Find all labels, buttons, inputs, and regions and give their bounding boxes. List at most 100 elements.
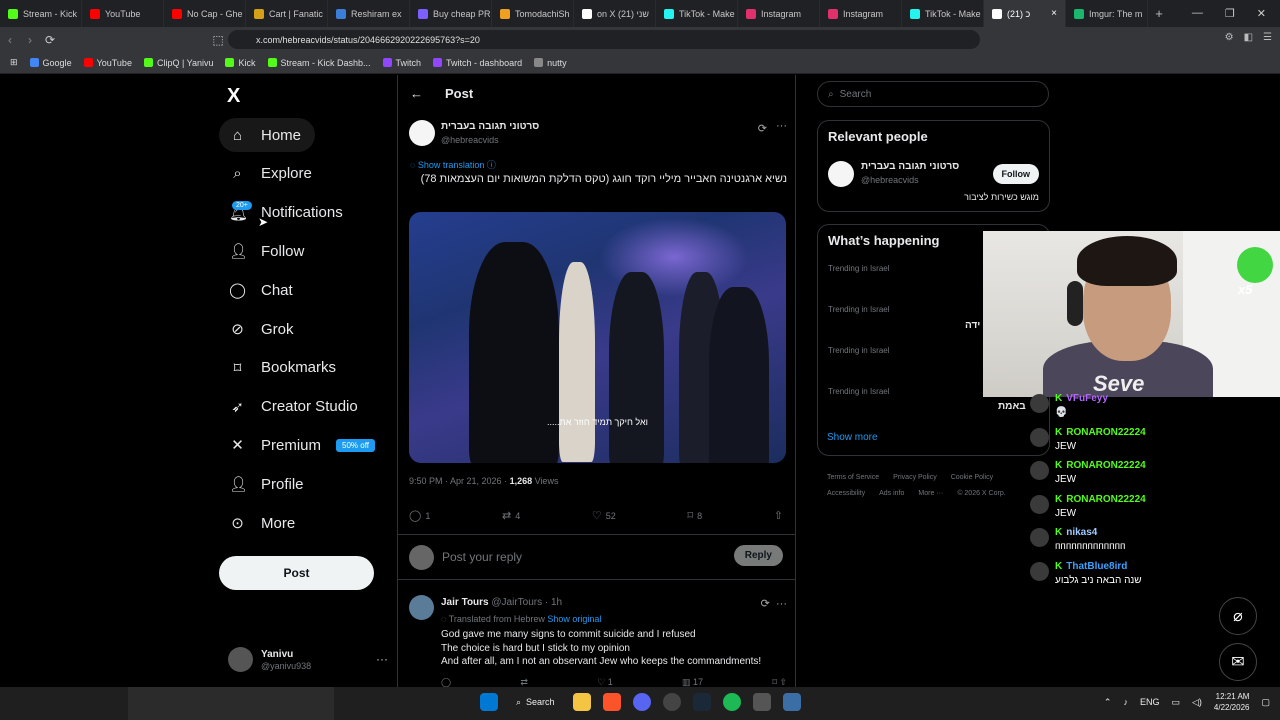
nav-item-premium[interactable]: ✕ Premium 50% off: [219, 428, 385, 462]
volume-icon[interactable]: ◁): [1192, 697, 1202, 708]
browser-tab[interactable]: Cart | Fanatic: [246, 0, 328, 27]
browser-tab[interactable]: TomodachiSh: [492, 0, 574, 27]
nav-item-more[interactable]: ⊙ More: [219, 506, 305, 540]
bookmark-page-icon[interactable]: ⬚: [208, 33, 228, 47]
extension-icon[interactable]: ◧: [1244, 32, 1253, 43]
bookmark-item[interactable]: YouTube: [83, 57, 132, 68]
bookmark-item[interactable]: nutty: [534, 57, 567, 68]
bookmark-item[interactable]: Stream - Kick Dashb...: [267, 57, 371, 68]
nav-item-notifications[interactable]: 🔔︎ 20+ Notifications: [219, 196, 353, 230]
grok-fab[interactable]: ⌀: [1219, 597, 1257, 635]
more-icon[interactable]: ···: [776, 120, 787, 132]
footer-link[interactable]: Terms of Service: [827, 474, 879, 481]
show-more-link[interactable]: Show more: [827, 432, 878, 443]
url-bar[interactable]: x.com/hebreacvids/status/204666292022269…: [228, 30, 980, 49]
apps-grid-icon[interactable]: ⊞: [10, 57, 18, 68]
back-icon[interactable]: ‹: [0, 33, 20, 47]
avatar[interactable]: [409, 120, 435, 146]
app-icon[interactable]: [782, 693, 801, 711]
show-translation-link[interactable]: ◌ Show translation ⓘ: [410, 158, 496, 171]
nav-item-bookmarks[interactable]: ⌑ Bookmarks: [219, 351, 346, 385]
avatar[interactable]: [828, 161, 854, 187]
mic-icon[interactable]: ♪: [1123, 697, 1128, 707]
footer-link[interactable]: Accessibility: [827, 490, 865, 497]
show-original-link[interactable]: Show original: [547, 614, 601, 624]
search-input[interactable]: ⌕ Search: [817, 81, 1049, 107]
browser-tab[interactable]: on X שני (21): [574, 0, 656, 27]
trend-title[interactable]: ידה: [965, 320, 980, 331]
browser-tab[interactable]: No Cap - Ghe: [164, 0, 246, 27]
bookmark-button[interactable]: ⌑ 8: [687, 509, 702, 522]
chevron-up-icon[interactable]: ⌃: [1104, 697, 1112, 708]
nav-item-follow[interactable]: 👤︎ Follow: [219, 234, 314, 268]
taskbar-search[interactable]: ⌕ Search: [510, 697, 561, 708]
avatar[interactable]: [409, 595, 434, 620]
new-tab-icon[interactable]: +: [1148, 6, 1170, 21]
messages-fab[interactable]: ✉: [1219, 643, 1257, 681]
person-name[interactable]: סרטוני תגובה בעברית: [861, 161, 959, 172]
heart-icon[interactable]: ♡ 1: [597, 677, 613, 687]
footer-link[interactable]: Cookie Policy: [951, 474, 993, 481]
browser-tab[interactable]: Instagram: [738, 0, 820, 27]
extension-icon[interactable]: ⚙: [1225, 32, 1234, 43]
grok-icon[interactable]: ⟳: [758, 122, 767, 135]
footer-link[interactable]: Privacy Policy: [893, 474, 937, 481]
share-button[interactable]: ⇧: [774, 509, 787, 522]
follow-button[interactable]: Follow: [992, 164, 1039, 184]
reply-author[interactable]: Jair Tours @JairTours · 1h: [441, 597, 562, 608]
tweet-author-name[interactable]: סרטוני תגובה בעברית: [441, 121, 539, 132]
share-icon[interactable]: ⌑ ⇧: [772, 677, 787, 687]
app-icon[interactable]: [752, 693, 771, 711]
forward-icon[interactable]: ›: [20, 33, 40, 47]
footer-link[interactable]: Ads info: [879, 490, 904, 497]
browser-tab[interactable]: Reshiram ex: [328, 0, 410, 27]
like-button[interactable]: ♡ 52: [592, 509, 616, 522]
back-arrow-icon[interactable]: ←: [410, 86, 423, 101]
clock[interactable]: 12:21 AM 4/22/2026: [1214, 691, 1250, 713]
reply-button[interactable]: ◯ 1: [409, 509, 430, 522]
reply-input[interactable]: Post your reply: [442, 550, 522, 564]
x-logo[interactable]: X: [227, 85, 240, 108]
browser-tab[interactable]: Stream - Kick: [0, 0, 82, 27]
language-indicator[interactable]: ENG: [1140, 697, 1160, 707]
post-button[interactable]: Post: [219, 556, 374, 590]
discord-icon[interactable]: [632, 693, 651, 711]
tweet-video[interactable]: ואל חיקך תמיד חוזר את.....: [409, 212, 786, 463]
more-icon[interactable]: ⟳ ···: [761, 597, 787, 610]
trend-context[interactable]: Trending in Israel: [828, 305, 890, 314]
nav-item-profile[interactable]: 👤︎ Profile: [219, 467, 314, 501]
minimize-icon[interactable]: —: [1192, 7, 1203, 20]
person-handle[interactable]: @hebreacvids: [861, 175, 919, 185]
nav-item-explore[interactable]: ⌕ Explore: [219, 157, 322, 191]
repost-icon[interactable]: ⇄: [520, 677, 528, 687]
nav-item-grok[interactable]: ⊘ Grok: [219, 312, 304, 346]
nav-item-chat[interactable]: ◯ Chat: [219, 273, 303, 307]
browser-tab[interactable]: TikTok - Make: [656, 0, 738, 27]
reply-submit-button[interactable]: Reply: [733, 545, 783, 566]
browser-tab[interactable]: YouTube: [82, 0, 164, 27]
notifications-icon[interactable]: ▢: [1261, 697, 1270, 708]
nav-item-home[interactable]: ⌂ Home: [219, 118, 316, 152]
bookmark-item[interactable]: Kick: [225, 57, 256, 68]
maximize-icon[interactable]: ❐: [1225, 7, 1235, 20]
bookmark-item[interactable]: Twitch - dashboard: [433, 57, 522, 68]
close-window-icon[interactable]: ✕: [1257, 7, 1266, 20]
steam-icon[interactable]: [692, 693, 711, 711]
more-icon[interactable]: ···: [376, 652, 388, 666]
windows-start-icon[interactable]: [480, 693, 498, 711]
spotify-icon[interactable]: [722, 693, 741, 711]
browser-tab[interactable]: Buy cheap PR: [410, 0, 492, 27]
reload-icon[interactable]: ⟳: [40, 33, 60, 47]
repost-button[interactable]: ⇄ 4: [502, 509, 520, 522]
trend-context[interactable]: Trending in Israel: [828, 264, 890, 273]
tweet-author-handle[interactable]: @hebreacvids: [441, 135, 499, 145]
account-switcher[interactable]: Yanivu @yanivu938 ···: [228, 644, 388, 674]
trend-context[interactable]: Trending in Israel: [828, 387, 890, 396]
browser-tab[interactable]: TikTok - Make: [902, 0, 984, 27]
browser-tab[interactable]: Imgur: The m: [1066, 0, 1148, 27]
bookmark-item[interactable]: Twitch: [382, 57, 421, 68]
close-tab-icon[interactable]: ×: [1051, 8, 1057, 19]
file-explorer-icon[interactable]: [572, 693, 591, 711]
obs-icon[interactable]: [662, 693, 681, 711]
trend-title[interactable]: באמת: [998, 401, 1026, 412]
